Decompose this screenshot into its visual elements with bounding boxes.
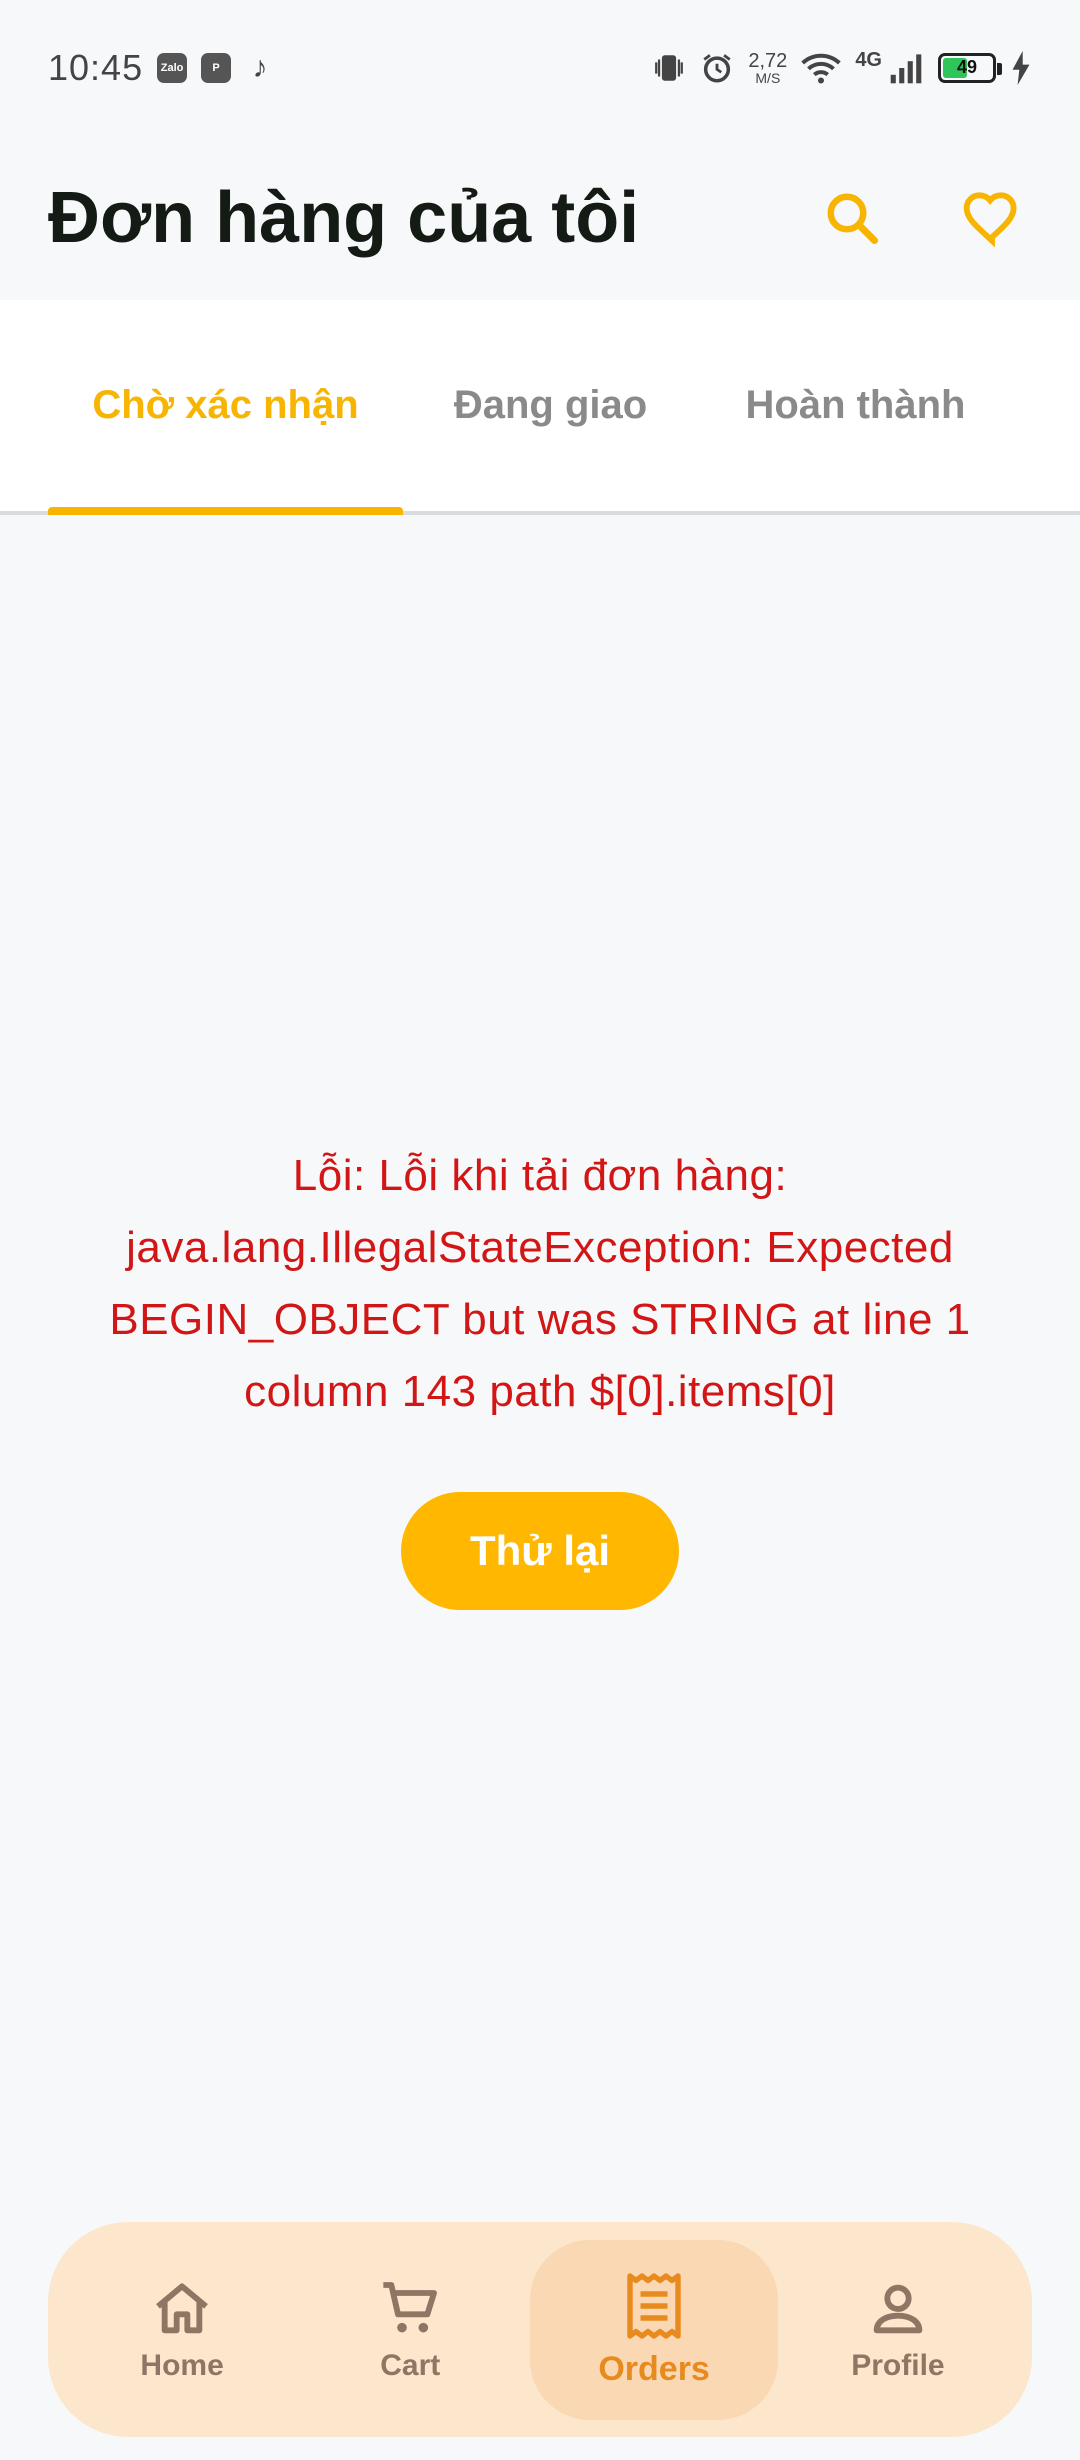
net-speed-unit: M/S (755, 69, 781, 86)
zalo-icon: Zalo (157, 52, 188, 83)
tiktok-icon: ♪ (252, 50, 268, 84)
status-bar: 10:45 Zalo P ♪ 2,72 M/S 4G 49 (0, 0, 1080, 135)
nav-item-home[interactable]: Home (68, 2240, 296, 2420)
battery-icon: 49 (938, 52, 1002, 83)
home-icon (156, 2282, 208, 2333)
receipt-icon (627, 2273, 681, 2339)
nav-label: Cart (380, 2348, 441, 2382)
nav-item-profile[interactable]: Profile (784, 2240, 1012, 2420)
bottom-nav: Home Cart Orders Profile (48, 2222, 1032, 2437)
nav-item-orders[interactable]: Orders (530, 2239, 778, 2420)
tab-completed[interactable]: Hoàn thành (698, 300, 1013, 511)
vibrate-icon (655, 54, 684, 81)
nav-label: Home (140, 2348, 224, 2382)
error-message: Lỗi: Lỗi khi tải đơn hàng: java.lang.Ill… (109, 1151, 971, 1416)
retry-button[interactable]: Thử lại (401, 1492, 679, 1610)
tab-active-indicator (48, 507, 403, 515)
order-tabs: Chờ xác nhận Đang giao Hoàn thành (0, 300, 1080, 515)
tab-label: Chờ xác nhận (92, 383, 359, 427)
page-title: Đơn hàng của tôi (48, 177, 640, 258)
alarm-icon (703, 53, 731, 83)
wifi-icon (801, 53, 842, 83)
status-time: 10:45 (48, 46, 144, 88)
network-type: 4G (855, 49, 882, 71)
tab-label: Đang giao (453, 383, 648, 427)
tab-label: Hoàn thành (745, 383, 966, 427)
tab-shipping[interactable]: Đang giao (403, 300, 698, 511)
charging-icon (1012, 50, 1030, 85)
person-icon (873, 2284, 923, 2333)
signal-icon (890, 53, 922, 83)
nav-label: Profile (851, 2348, 945, 2382)
tab-pending[interactable]: Chờ xác nhận (48, 300, 403, 515)
net-speed-value: 2,72 (748, 49, 788, 72)
status-right: 2,72 M/S 4G 49 (652, 49, 1032, 85)
net-speed: 2,72 M/S (748, 51, 787, 85)
status-left: 10:45 Zalo P ♪ (48, 47, 275, 89)
cart-icon (383, 2281, 438, 2332)
search-icon (827, 193, 878, 244)
search-button[interactable] (812, 178, 892, 258)
favorites-button[interactable] (952, 178, 1032, 258)
battery-level: 49 (956, 57, 978, 77)
app-header: Đơn hàng của tôi (0, 135, 1080, 300)
heart-icon (963, 191, 1017, 247)
nav-label: Orders (598, 2350, 710, 2388)
nav-item-cart[interactable]: Cart (296, 2240, 524, 2420)
p-app-icon: P (201, 52, 232, 83)
